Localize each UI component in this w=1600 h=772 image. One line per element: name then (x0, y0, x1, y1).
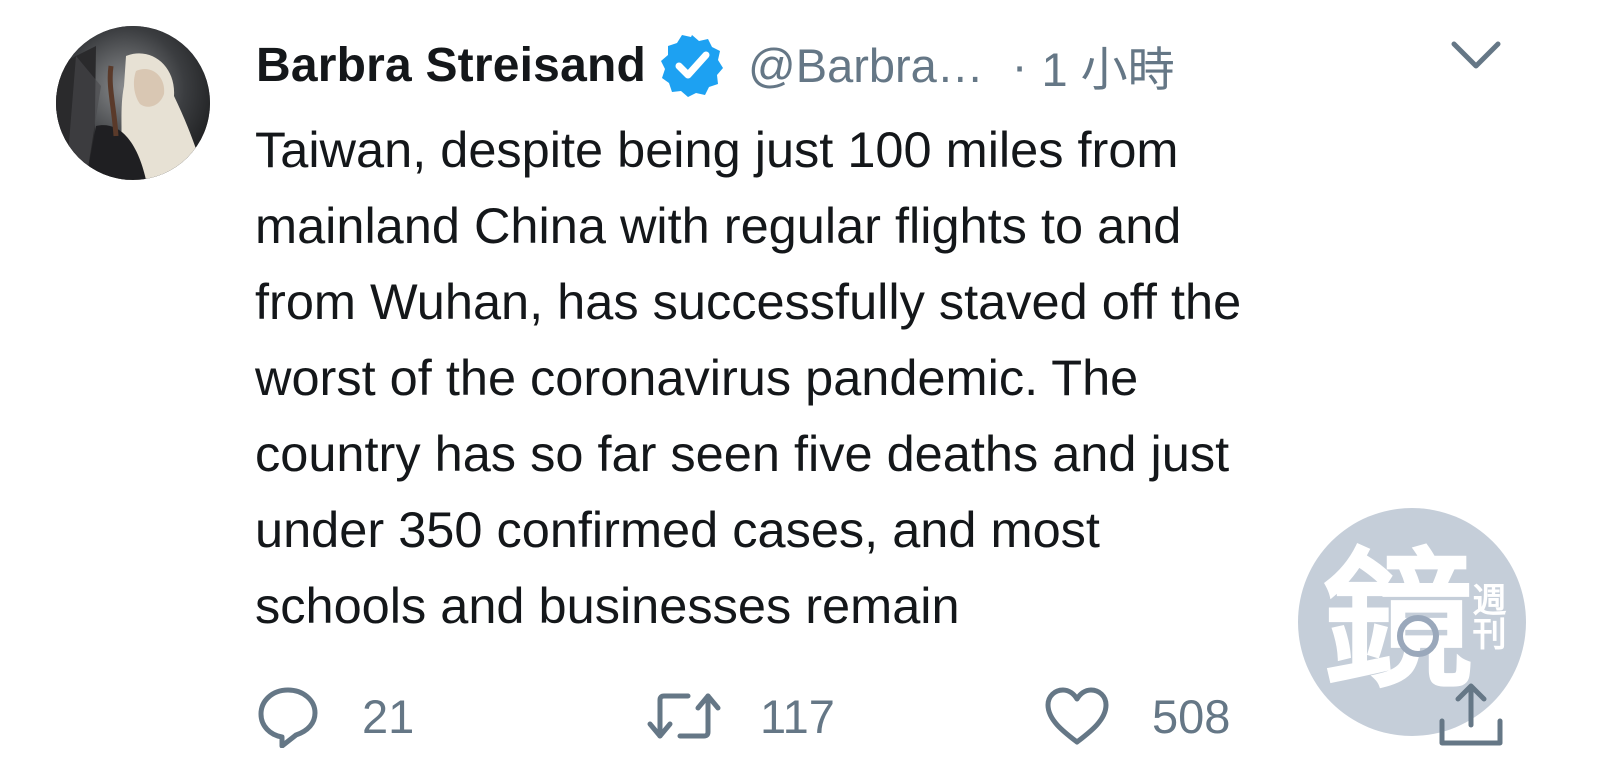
avatar[interactable] (56, 26, 210, 180)
tweet-text-line: from Wuhan, has successfully staved off … (255, 273, 1242, 330)
retweet-count: 117 (760, 689, 835, 743)
tweet-card: Barbra Streisand @Barbra… · 1 小時 Taiwan,… (0, 0, 1600, 772)
share-icon (1439, 683, 1503, 746)
heart-icon (1045, 687, 1109, 745)
tweet-text-line: worst of the coronavirus pandemic. The (255, 349, 1139, 406)
tweet-header: Barbra Streisand @Barbra… · 1 小時 (256, 30, 1175, 100)
verified-badge-icon (660, 33, 724, 97)
reply-button[interactable]: 21 (256, 676, 414, 756)
tweet-text-line: Taiwan, despite being just 100 miles fro… (255, 121, 1179, 178)
chevron-down-icon[interactable] (1448, 36, 1504, 76)
author-name[interactable]: Barbra Streisand (256, 38, 646, 93)
tweet-text-line: country has so far seen five deaths and … (255, 425, 1230, 482)
tweet-text-line: mainland China with regular flights to a… (255, 197, 1182, 254)
reply-icon (258, 687, 318, 748)
avatar-image (56, 26, 210, 180)
share-button[interactable] (1436, 674, 1506, 754)
separator-dot: · (1011, 38, 1028, 92)
like-count: 508 (1152, 689, 1231, 743)
retweet-button[interactable]: 117 (646, 676, 835, 756)
tweet-actions: 21 117 508 (0, 676, 1600, 756)
retweet-icon (647, 693, 721, 739)
like-button[interactable]: 508 (1044, 676, 1230, 756)
reply-count: 21 (362, 689, 415, 743)
author-handle[interactable]: @Barbra… (748, 38, 984, 93)
timestamp[interactable]: 1 小時 (1041, 31, 1174, 100)
watermark-side-text: 週刊 (1466, 582, 1506, 650)
